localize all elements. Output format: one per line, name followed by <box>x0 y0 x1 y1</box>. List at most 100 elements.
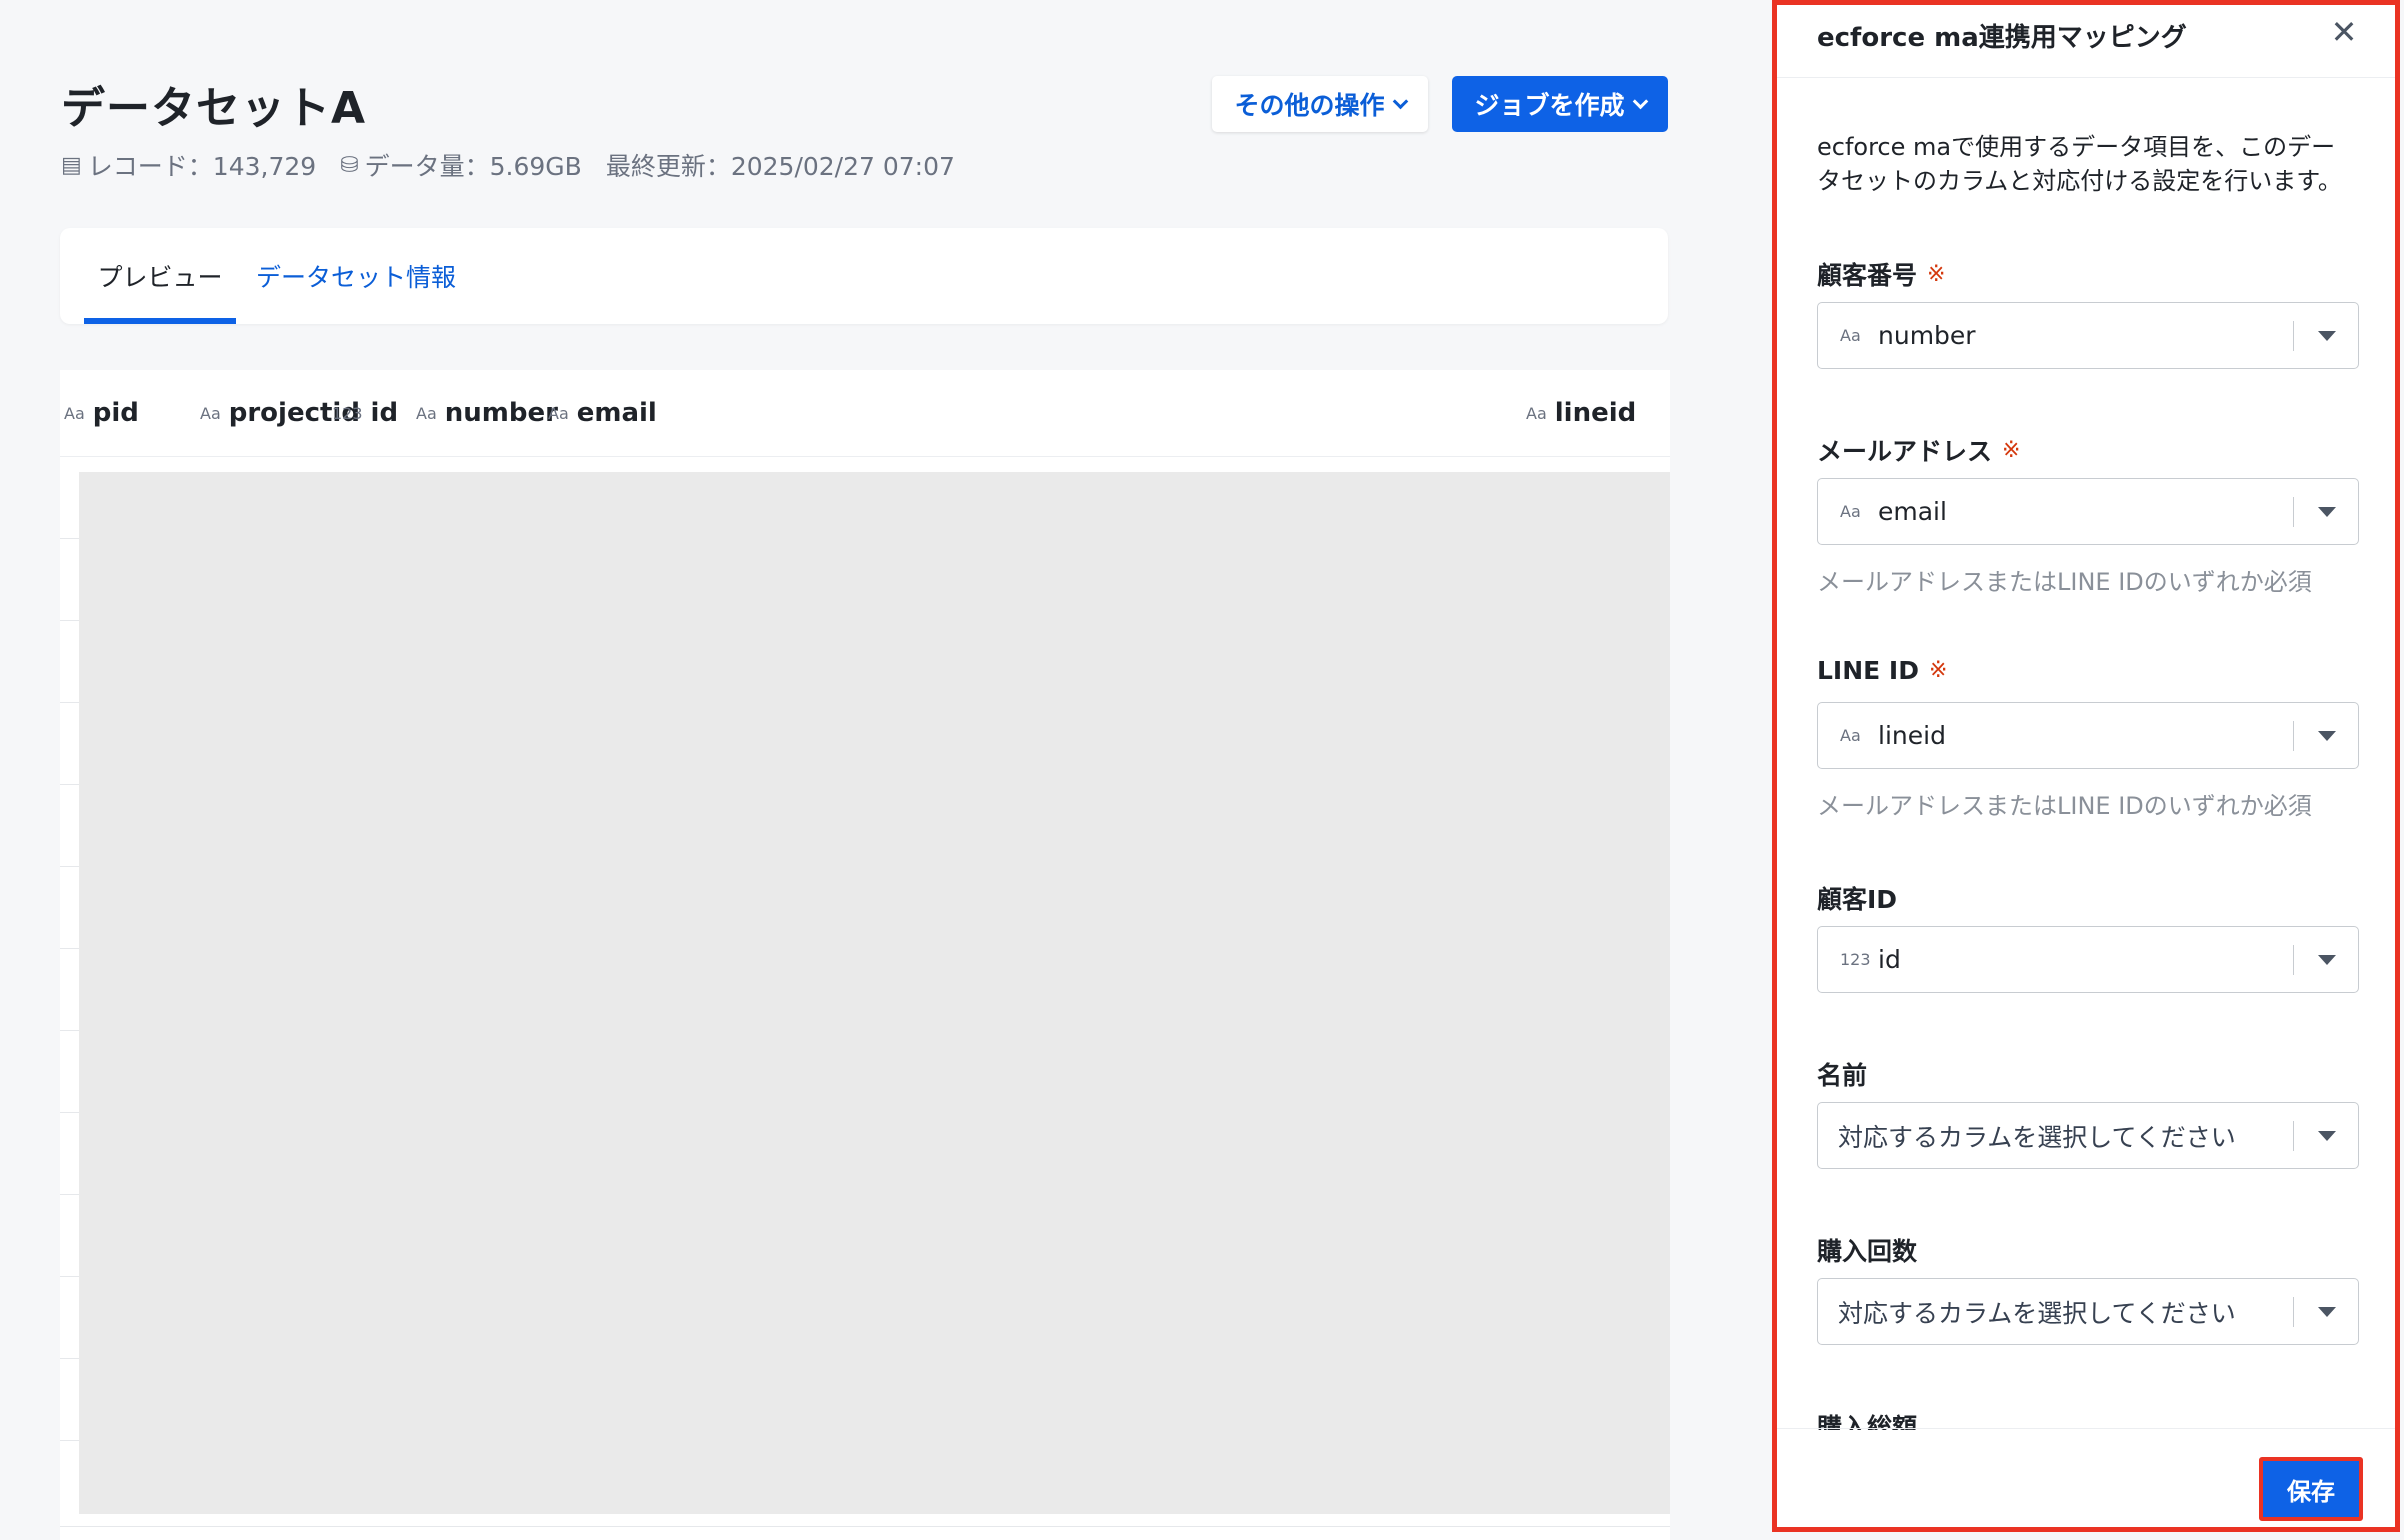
mapping-panel: ecforce ma連携用マッピング ✕ ecforce maで使用するデータ項… <box>1772 0 2400 1532</box>
select-divider <box>2292 945 2294 975</box>
select-placeholder: 対応するカラムを選択してください <box>1838 1122 2236 1152</box>
table-icon: ▤ <box>61 152 82 178</box>
row-divider <box>60 1112 80 1113</box>
line-id-hint: メールアドレスまたはLINE IDのいずれか必須 <box>1817 792 2312 820</box>
row-divider <box>60 784 80 785</box>
select-divider <box>2292 1297 2294 1327</box>
tab-bar: プレビュー データセット情報 <box>60 228 1668 324</box>
required-mark: ※ <box>1929 658 1948 683</box>
create-job-button[interactable]: ジョブを作成 <box>1452 76 1668 132</box>
header-divider <box>60 456 1670 457</box>
caret-down-icon[interactable] <box>2318 331 2336 341</box>
text-type-icon: Aa <box>200 403 221 423</box>
table-rows-redacted <box>79 472 1670 1514</box>
select-divider <box>2292 721 2294 751</box>
row-divider <box>60 1358 80 1359</box>
caret-down-icon[interactable] <box>2318 955 2336 965</box>
field-label-email: メールアドレス ※ <box>1817 432 2020 468</box>
field-label-purchase-count: 購入回数 <box>1817 1232 1917 1268</box>
last-updated: 最終更新：2025/02/27 07:07 <box>606 147 955 183</box>
caret-down-icon[interactable] <box>2318 507 2336 517</box>
select-divider <box>2292 321 2294 351</box>
number-type-icon: 123 <box>1840 950 1871 969</box>
caret-down-icon[interactable] <box>2318 1307 2336 1317</box>
page-title: データセットA <box>61 83 367 134</box>
column-name: number <box>444 398 558 428</box>
text-type-icon: Aa <box>64 403 85 423</box>
row-divider <box>60 1030 80 1031</box>
close-icon[interactable]: ✕ <box>2327 13 2361 51</box>
row-divider <box>60 702 80 703</box>
customer-number-select[interactable]: Aa number <box>1817 302 2359 369</box>
field-label-text: 購入総額 <box>1817 1413 1918 1430</box>
record-count-label: レコード：143,729 <box>87 152 317 181</box>
save-button[interactable]: 保存 <box>2259 1457 2363 1521</box>
select-placeholder: 対応するカラムを選択してください <box>1838 1298 2236 1328</box>
field-label-customer-id: 顧客ID <box>1817 880 1897 916</box>
email-select[interactable]: Aa email <box>1817 478 2359 545</box>
column-header-number[interactable]: Aa number <box>416 370 558 456</box>
field-label-text: 顧客ID <box>1817 885 1898 914</box>
caret-down-icon[interactable] <box>2318 1131 2336 1141</box>
panel-body[interactable]: ecforce maで使用するデータ項目を、このデータセットのカラムと対応付ける… <box>1777 78 2395 1430</box>
row-divider <box>60 948 80 949</box>
tab-dataset-info-label: データセット情報 <box>256 263 457 292</box>
chevron-down-icon <box>1392 93 1408 109</box>
column-name: id <box>370 398 399 428</box>
create-job-label: ジョブを作成 <box>1474 91 1625 120</box>
text-type-icon: Aa <box>1840 326 1861 345</box>
data-size-label: データ量：5.69GB <box>364 152 582 181</box>
caret-down-icon[interactable] <box>2318 731 2336 741</box>
customer-id-select[interactable]: 123 id <box>1817 926 2359 993</box>
number-type-icon: 123 <box>332 403 363 423</box>
field-label-name: 名前 <box>1817 1056 1867 1092</box>
column-name: email <box>576 398 657 428</box>
field-label-line-id: LINE ID ※ <box>1817 656 1947 685</box>
field-label-text: 名前 <box>1817 1061 1868 1090</box>
text-type-icon: Aa <box>1526 403 1547 423</box>
purchase-count-select[interactable]: 対応するカラムを選択してください <box>1817 1278 2359 1345</box>
table-bottom-border <box>60 1526 1670 1527</box>
panel-title: ecforce ma連携用マッピング <box>1817 23 2187 53</box>
text-type-icon: Aa <box>1840 502 1861 521</box>
row-divider <box>60 1276 80 1277</box>
panel-description: ecforce maで使用するデータ項目を、このデータセットのカラムと対応付ける… <box>1817 133 2342 195</box>
text-type-icon: Aa <box>548 403 569 423</box>
row-divider <box>60 1440 80 1441</box>
other-actions-button[interactable]: その他の操作 <box>1212 76 1428 132</box>
required-mark: ※ <box>1927 261 1946 287</box>
main-area: データセットA ▤ レコード：143,729 ⛁ データ量：5.69GB 最終更… <box>0 0 1770 1540</box>
field-label-text: 顧客番号 <box>1817 261 1918 290</box>
text-type-icon: Aa <box>416 403 437 423</box>
chevron-down-icon <box>1632 93 1648 109</box>
record-count: ▤ レコード：143,729 <box>61 147 316 183</box>
other-actions-label: その他の操作 <box>1234 91 1385 120</box>
field-label-customer-number: 顧客番号 ※ <box>1817 256 1945 292</box>
email-hint: メールアドレスまたはLINE IDのいずれか必須 <box>1817 568 2312 596</box>
row-divider <box>60 538 80 539</box>
preview-table: Aa pid Aa projectid 123 id Aa number Aa … <box>60 370 1670 1540</box>
database-icon: ⛁ <box>340 152 359 178</box>
column-header-lineid[interactable]: Aa lineid <box>1526 370 1636 456</box>
data-size: ⛁ データ量：5.69GB <box>340 147 582 183</box>
field-label-text: メールアドレス <box>1817 437 1993 466</box>
row-divider <box>60 1194 80 1195</box>
select-divider <box>2292 497 2294 527</box>
column-header-id[interactable]: 123 id <box>332 370 398 456</box>
row-divider <box>60 866 80 867</box>
text-type-icon: Aa <box>1840 726 1861 745</box>
name-select[interactable]: 対応するカラムを選択してください <box>1817 1102 2359 1169</box>
column-header-pid[interactable]: Aa pid <box>64 370 139 456</box>
save-button-label: 保存 <box>2287 1477 2335 1506</box>
dataset-meta: ▤ レコード：143,729 ⛁ データ量：5.69GB 最終更新：2025/0… <box>61 148 955 182</box>
line-id-select[interactable]: Aa lineid <box>1817 702 2359 769</box>
selected-value: email <box>1878 497 1947 526</box>
column-header-email[interactable]: Aa email <box>548 370 657 456</box>
field-label-purchase-total: 購入総額 <box>1817 1408 1917 1430</box>
tab-preview[interactable]: プレビュー <box>84 228 236 324</box>
tab-dataset-info[interactable]: データセット情報 <box>256 228 456 324</box>
panel-footer-divider <box>1777 1428 2395 1429</box>
row-divider <box>60 620 80 621</box>
required-mark: ※ <box>2002 437 2021 463</box>
selected-value: lineid <box>1878 721 1946 750</box>
